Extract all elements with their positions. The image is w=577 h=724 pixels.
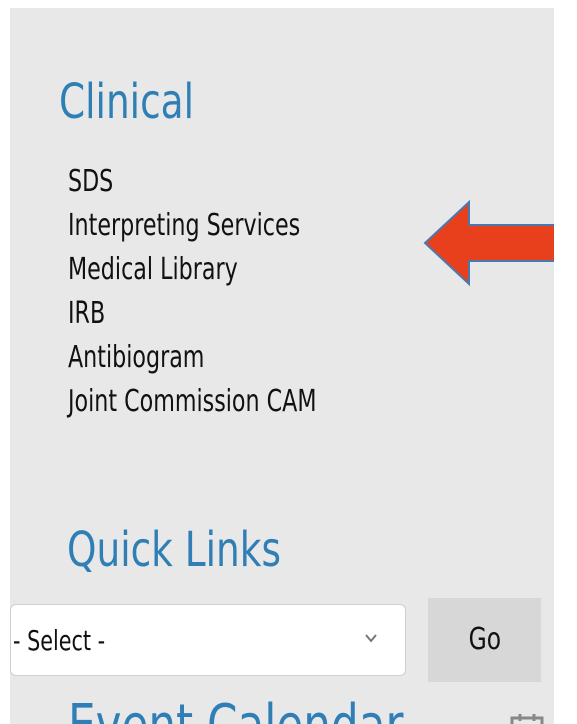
select-value: - Select - — [13, 624, 106, 657]
chevron-down-icon — [365, 634, 377, 643]
go-button-label: Go — [468, 622, 501, 657]
link-irb[interactable]: IRB — [68, 292, 316, 336]
quick-links-select[interactable]: - Select - — [10, 604, 406, 676]
sidebar-panel: Clinical SDS Interpreting Services Medic… — [10, 8, 554, 724]
arrow-left-icon — [423, 199, 554, 287]
clinical-heading: Clinical — [59, 74, 195, 130]
link-medical-library[interactable]: Medical Library — [68, 248, 316, 292]
link-interpreting-services[interactable]: Interpreting Services — [68, 204, 316, 248]
quick-links-heading: Quick Links — [67, 522, 281, 578]
link-antibiogram[interactable]: Antibiogram — [68, 336, 316, 380]
clinical-links: SDS Interpreting Services Medical Librar… — [68, 160, 404, 424]
calendar-icon — [510, 714, 544, 724]
go-button[interactable]: Go — [428, 598, 541, 682]
link-joint-commission-cam[interactable]: Joint Commission CAM — [68, 380, 316, 424]
link-sds[interactable]: SDS — [68, 160, 316, 204]
event-calendar-heading: Event Calendar — [68, 694, 403, 724]
